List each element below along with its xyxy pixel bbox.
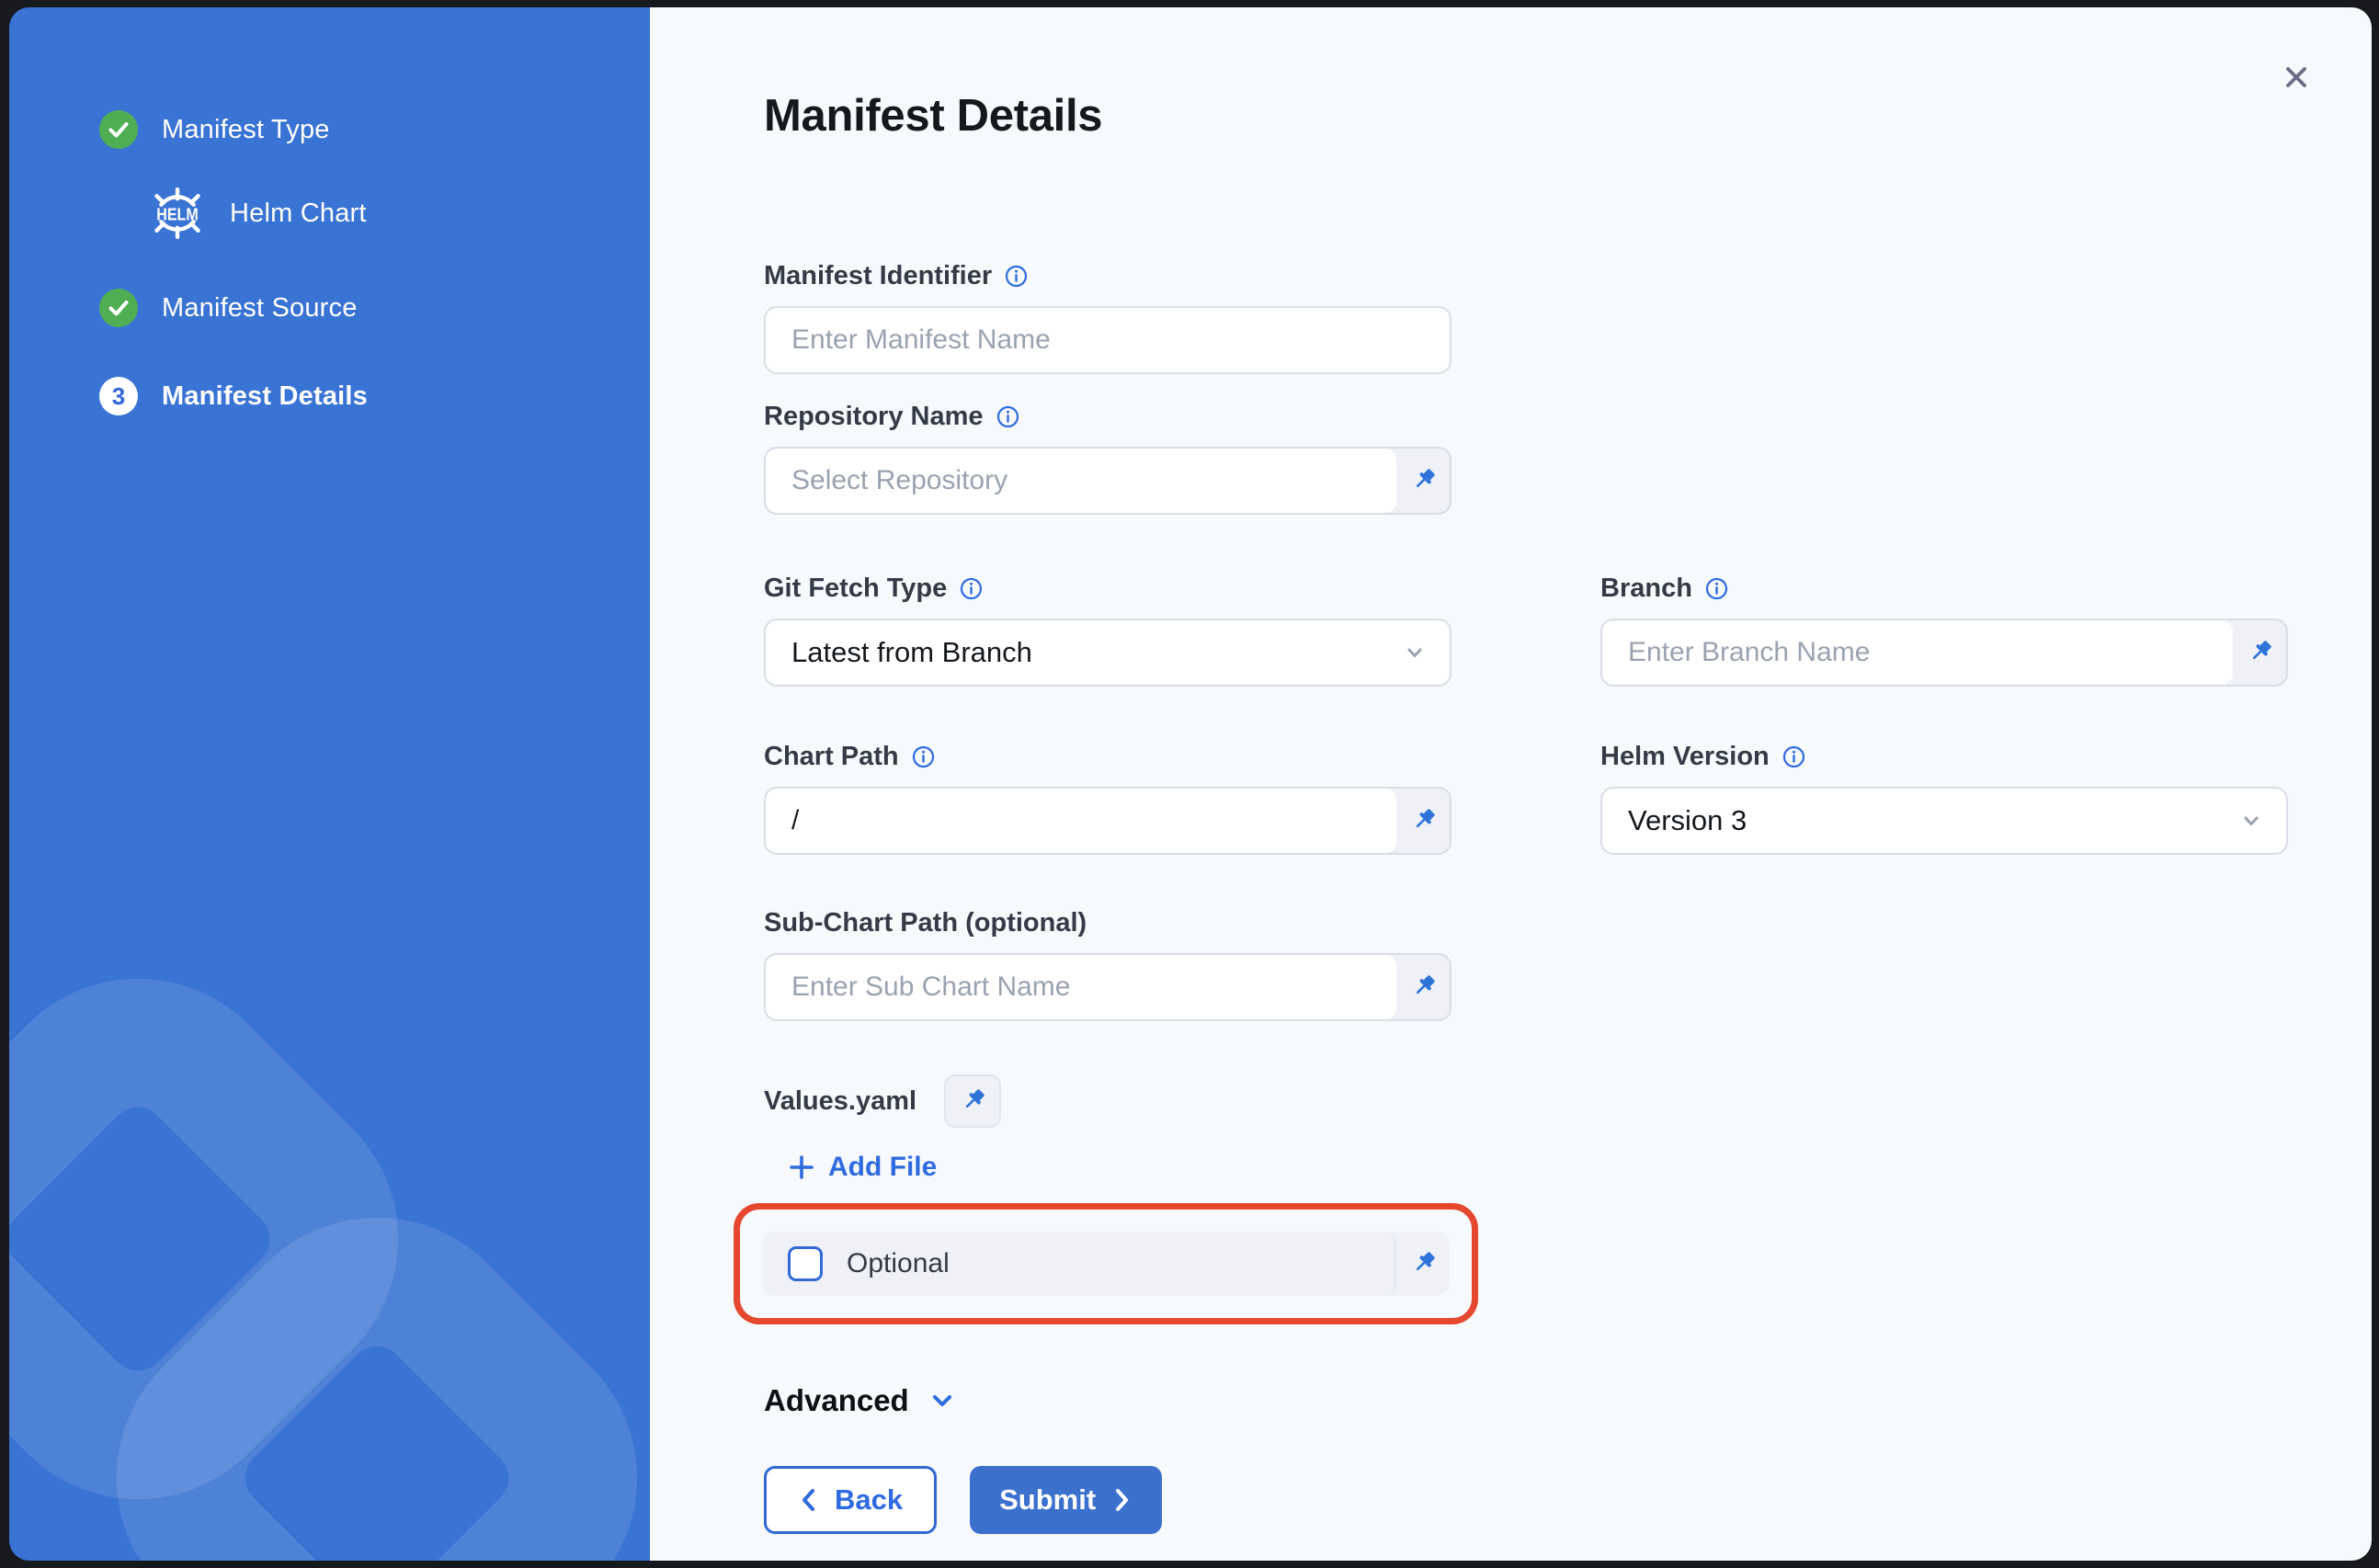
step-helm-chart[interactable]: HELM Helm Chart: [99, 181, 650, 245]
manifest-identifier-input[interactable]: [791, 324, 1424, 356]
wizard-sidebar: Manifest Type HELM Helm: [9, 7, 650, 1561]
step-manifest-source[interactable]: Manifest Source: [99, 289, 650, 327]
optional-label: Optional: [847, 1248, 950, 1279]
manifest-identifier-label: Manifest Identifier: [764, 261, 992, 291]
advanced-label: Advanced: [764, 1383, 909, 1418]
manifest-details-form: Manifest Identifier Repository Name: [764, 261, 2327, 1534]
chart-path-label: Chart Path: [764, 742, 899, 772]
pin-toggle-button[interactable]: [1396, 955, 1450, 1019]
pin-icon: [956, 1085, 989, 1118]
pin-icon: [1406, 804, 1440, 837]
annotation-highlight-box: Optional: [734, 1203, 1478, 1324]
helm-version-group: Helm Version Version 3: [1600, 742, 2288, 855]
add-file-button[interactable]: Add File: [788, 1152, 937, 1183]
helm-icon: HELM: [143, 185, 211, 242]
check-circle-icon: [99, 289, 138, 327]
info-icon[interactable]: [911, 744, 936, 769]
info-icon[interactable]: [996, 404, 1020, 429]
plus-icon: [788, 1153, 815, 1181]
step-manifest-details[interactable]: 3 Manifest Details: [99, 377, 650, 415]
git-fetch-type-select[interactable]: Latest from Branch: [764, 619, 1451, 687]
submit-button-label: Submit: [999, 1483, 1096, 1517]
pin-icon: [1406, 1247, 1440, 1280]
wizard-steps: Manifest Type HELM Helm: [9, 7, 650, 415]
close-icon: [2281, 62, 2312, 93]
info-icon[interactable]: [1781, 744, 1806, 769]
submit-button[interactable]: Submit: [970, 1466, 1162, 1534]
pin-toggle-button[interactable]: [1396, 1232, 1450, 1296]
sub-chart-path-label: Sub-Chart Path (optional): [764, 908, 1087, 938]
info-icon[interactable]: [959, 576, 984, 601]
close-button[interactable]: [2274, 55, 2318, 99]
info-icon[interactable]: [1004, 264, 1029, 289]
advanced-toggle[interactable]: Advanced: [764, 1383, 957, 1418]
back-button-label: Back: [835, 1483, 903, 1517]
step-manifest-type[interactable]: Manifest Type: [99, 110, 650, 149]
chevron-down-icon: [1402, 640, 1428, 665]
step-label: Manifest Details: [162, 381, 368, 412]
chevron-left-icon: [798, 1486, 820, 1514]
values-yaml-pin-button[interactable]: [944, 1074, 1001, 1128]
pin-toggle-button[interactable]: [2233, 620, 2286, 685]
values-yaml-label: Values.yaml: [764, 1086, 916, 1117]
manifest-wizard-modal: Manifest Type HELM Helm: [9, 7, 2372, 1561]
svg-text:HELM: HELM: [156, 205, 198, 224]
chart-path-input[interactable]: [791, 805, 1371, 836]
branch-label: Branch: [1600, 574, 1692, 604]
branch-field: [1600, 619, 2288, 687]
git-fetch-type-group: Git Fetch Type Latest from Branch: [764, 574, 1451, 687]
git-fetch-type-value: Latest from Branch: [791, 636, 1032, 669]
check-circle-icon: [99, 110, 138, 149]
chevron-down-icon: [2238, 808, 2264, 834]
chart-path-group: Chart Path: [764, 742, 1451, 855]
wizard-actions: Back Submit: [764, 1466, 2327, 1534]
git-fetch-type-label: Git Fetch Type: [764, 574, 947, 604]
step-label: Manifest Source: [162, 293, 358, 324]
sub-chart-path-field: [764, 953, 1451, 1021]
pin-icon: [1406, 971, 1440, 1004]
helm-version-select[interactable]: Version 3: [1600, 787, 2288, 855]
harness-logo-watermark: [9, 908, 650, 1561]
step-label: Manifest Type: [162, 115, 330, 145]
values-yaml-row: Values.yaml: [764, 1074, 2327, 1128]
manifest-identifier-group: Manifest Identifier: [764, 261, 1451, 374]
add-file-label: Add File: [828, 1152, 937, 1183]
repository-name-label: Repository Name: [764, 402, 984, 432]
chevron-right-icon: [1110, 1486, 1133, 1514]
manifest-details-panel: Manifest Details Manifest Identifier: [650, 7, 2372, 1561]
chevron-down-icon: [928, 1386, 957, 1415]
optional-checkbox[interactable]: [788, 1246, 823, 1281]
back-button[interactable]: Back: [764, 1466, 937, 1534]
pin-toggle-button[interactable]: [1396, 449, 1450, 513]
repository-name-field: [764, 447, 1451, 515]
pin-icon: [2243, 636, 2276, 669]
pin-toggle-button[interactable]: [1396, 789, 1450, 853]
optional-field: Optional: [762, 1232, 1450, 1296]
info-icon[interactable]: [1704, 576, 1729, 601]
sub-chart-path-group: Sub-Chart Path (optional): [764, 908, 1451, 1021]
helm-version-label: Helm Version: [1600, 742, 1770, 772]
branch-group: Branch: [1600, 574, 2288, 687]
repository-name-input[interactable]: [791, 465, 1371, 496]
repository-name-group: Repository Name: [764, 402, 1451, 515]
step-number-badge: 3: [99, 377, 138, 415]
branch-input[interactable]: [1628, 637, 2207, 668]
step-label: Helm Chart: [230, 199, 367, 229]
page-title: Manifest Details: [764, 90, 2372, 142]
pin-icon: [1406, 464, 1440, 497]
sub-chart-path-input[interactable]: [791, 971, 1371, 1003]
helm-version-value: Version 3: [1628, 804, 1747, 837]
manifest-identifier-field: [764, 306, 1451, 374]
chart-path-field: [764, 787, 1451, 855]
